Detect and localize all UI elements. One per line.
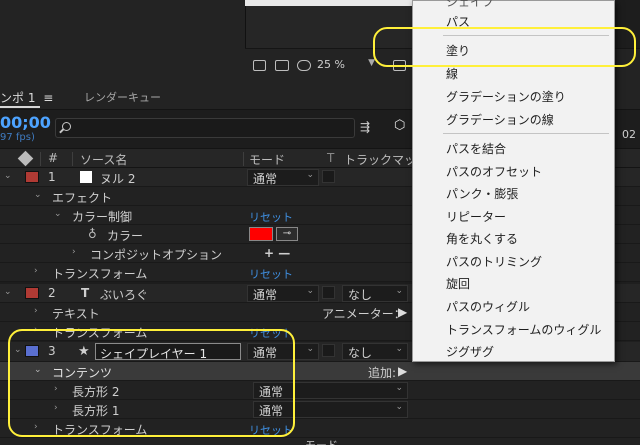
layer-name[interactable]: ヌル 2: [100, 170, 135, 187]
mode-label: モード: [305, 437, 338, 445]
menu-item[interactable]: 旋回: [446, 275, 470, 292]
track-matte-toggle[interactable]: [322, 170, 335, 183]
chevron-down-icon[interactable]: ⌄: [4, 287, 12, 297]
add-label: 追加:: [368, 366, 397, 380]
blend-mode-value: 通常: [253, 288, 278, 302]
effect-name: カラー制御: [72, 210, 133, 224]
track-matte-value: なし: [348, 288, 373, 302]
tab-composition[interactable]: ンポ 1 ≡: [0, 89, 53, 106]
label-tag-icon[interactable]: [17, 150, 34, 167]
menu-item[interactable]: ジグザグ: [446, 343, 494, 360]
current-timecode[interactable]: 00;00: [0, 113, 51, 132]
menu-item[interactable]: パスを結合: [446, 140, 506, 157]
play-circle-icon[interactable]: ▶: [398, 305, 407, 319]
transform-label: トランスフォーム: [52, 267, 148, 281]
text-layer-icon: T: [81, 286, 90, 300]
effects-label: エフェクト: [52, 191, 113, 205]
menu-item[interactable]: 角を丸くする: [446, 230, 518, 247]
composition-canvas: [245, 0, 415, 6]
compositing-options-label: コンポジットオプション: [90, 248, 223, 262]
layer-name[interactable]: ぶいろぐ: [100, 286, 148, 303]
chevron-down-icon[interactable]: ⌄: [4, 171, 12, 181]
reset-link[interactable]: リセット: [249, 266, 293, 282]
chevron-down-icon: ⌄: [395, 383, 403, 393]
monitor-icon[interactable]: [275, 60, 289, 71]
play-circle-icon[interactable]: ▶: [398, 364, 407, 378]
track-matte-toggle[interactable]: [322, 344, 335, 357]
blend-mode-dropdown[interactable]: 通常 ⌄: [247, 285, 319, 302]
chevron-right-icon[interactable]: ›: [34, 266, 38, 276]
mask-icon[interactable]: [297, 60, 311, 71]
add-remove-buttons[interactable]: + —: [264, 246, 290, 260]
chevron-down-icon: ⌄: [395, 286, 403, 296]
eyedropper-icon[interactable]: ⊸: [276, 227, 298, 241]
menu-item[interactable]: パスのウィグル: [446, 298, 530, 315]
chevron-down-icon[interactable]: ⌄: [34, 190, 42, 200]
track-matte-t-icon: T: [327, 151, 335, 165]
column-mode[interactable]: モード: [249, 151, 285, 168]
track-matte-toggle[interactable]: [322, 286, 335, 299]
menu-item[interactable]: パスのトリミング: [446, 253, 542, 270]
chevron-right-icon[interactable]: ›: [72, 247, 76, 257]
chevron-down-icon: ⌄: [395, 344, 403, 354]
null-object-icon: [80, 171, 92, 183]
hamburger-icon[interactable]: ≡: [43, 91, 53, 105]
text-property-label: テキスト: [52, 307, 100, 321]
menu-separator: [443, 133, 609, 134]
menu-item[interactable]: グラデーションの塗り: [446, 88, 566, 105]
menu-item[interactable]: グラデーションの線: [446, 111, 554, 128]
annotation-highlight-fill: [373, 27, 636, 67]
zoom-dropdown[interactable]: 25 % ▼: [317, 58, 377, 74]
color-property-label: カラー: [107, 229, 144, 243]
stopwatch-icon[interactable]: ♁: [88, 227, 97, 241]
annotation-highlight-shape-layer: [8, 329, 295, 437]
chevron-down-icon: ⌄: [306, 344, 314, 354]
menu-item[interactable]: リピーター: [446, 208, 506, 225]
chevron-down-icon[interactable]: ⌄: [54, 209, 62, 219]
layer-number: 2: [48, 286, 56, 300]
label-color-swatch[interactable]: [25, 171, 39, 183]
blend-mode-value: 通常: [253, 172, 278, 186]
track-matte-value: なし: [348, 346, 373, 360]
tab-composition-label: ンポ 1: [0, 91, 36, 105]
menu-item[interactable]: パスのオフセット: [446, 163, 542, 180]
animator-label: アニメーター：: [322, 307, 406, 321]
track-matte-dropdown[interactable]: なし ⌄: [342, 285, 408, 302]
chevron-down-icon: ⌄: [306, 170, 314, 180]
layer-search-input[interactable]: [55, 118, 355, 138]
always-preview-icon[interactable]: [253, 60, 266, 71]
blend-mode-dropdown[interactable]: 通常 ⌄: [247, 169, 319, 186]
column-source-name[interactable]: ソース名: [80, 151, 127, 168]
tab-render-queue[interactable]: レンダーキュー: [84, 89, 161, 105]
search-icon: [62, 122, 71, 131]
reset-link[interactable]: リセット: [249, 209, 293, 225]
menu-item[interactable]: トランスフォームのウィグル: [446, 321, 601, 338]
chevron-right-icon[interactable]: ›: [34, 306, 38, 316]
frame-rate: 97 fps): [0, 132, 35, 143]
color-swatch[interactable]: [249, 227, 273, 241]
menu-item[interactable]: シェイプ: [446, 0, 494, 10]
project-panel-area: [0, 0, 245, 82]
zoom-value: 25 %: [317, 58, 345, 71]
active-tab-indicator: [0, 106, 40, 108]
draft-3d-icon[interactable]: ⬡: [394, 118, 410, 134]
timeline-marker-label: 02: [622, 128, 636, 141]
partial-row: モード: [0, 438, 640, 445]
track-matte-dropdown[interactable]: なし ⌄: [342, 343, 408, 360]
layer-number: 1: [48, 170, 56, 184]
chevron-down-icon: ⌄: [395, 402, 403, 412]
composition-mini-flowchart-icon[interactable]: ⇶: [360, 120, 376, 134]
menu-item[interactable]: パンク・膨張: [446, 185, 518, 202]
chevron-down-icon: ⌄: [306, 286, 314, 296]
label-color-swatch[interactable]: [25, 287, 39, 299]
column-number: #: [48, 151, 59, 165]
menu-item[interactable]: 線: [446, 65, 458, 82]
